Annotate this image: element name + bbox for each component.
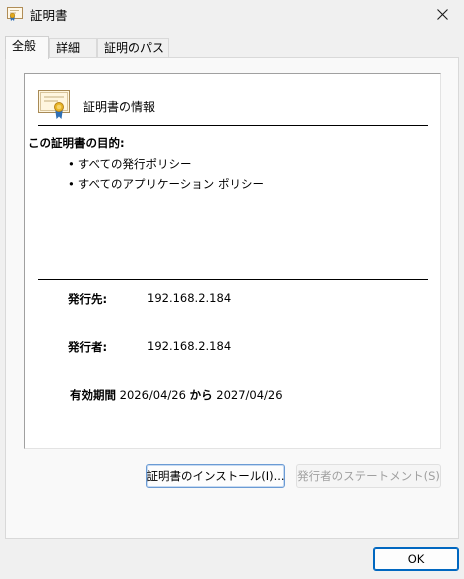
ok-button[interactable]: OK (373, 547, 459, 571)
list-item: すべての発行ポリシー (68, 157, 264, 177)
divider (38, 125, 428, 126)
title-bar: 証明書 (0, 0, 464, 28)
window-title: 証明書 (30, 8, 68, 23)
issued-by-value: 192.168.2.184 (147, 339, 232, 353)
info-title: 証明書の情報 (83, 100, 156, 114)
list-item: すべてのアプリケーション ポリシー (68, 177, 264, 197)
issued-by-label: 発行者: (68, 340, 108, 354)
purpose-list: すべての発行ポリシー すべてのアプリケーション ポリシー (68, 157, 264, 197)
tab-certification-path[interactable]: 証明のパス (97, 38, 169, 58)
certificate-info-box: 証明書の情報 この証明書の目的: すべての発行ポリシー すべてのアプリケーション… (24, 73, 441, 449)
issued-to-label: 発行先: (68, 292, 108, 306)
valid-to: 2027/04/26 (216, 388, 283, 402)
valid-from: 2026/04/26 (119, 388, 186, 402)
issuer-statement-button[interactable]: 発行者のステートメント(S) (296, 464, 441, 488)
tab-details[interactable]: 詳細 (49, 38, 97, 58)
tab-general[interactable]: 全般 (5, 36, 49, 59)
close-icon (436, 8, 448, 20)
validity-line: 有効期間 2026/04/26 から 2027/04/26 (70, 387, 283, 403)
validity-label: 有効期間 (70, 388, 116, 402)
certificate-icon (7, 7, 23, 21)
close-button[interactable] (420, 0, 464, 28)
issued-to-value: 192.168.2.184 (147, 291, 232, 305)
certificate-icon (38, 90, 70, 119)
install-certificate-button[interactable]: 証明書のインストール(I)... (146, 464, 285, 488)
purpose-heading: この証明書の目的: (28, 136, 125, 150)
divider (38, 279, 428, 280)
validity-connector: から (189, 388, 213, 402)
tab-panel-general: 証明書の情報 この証明書の目的: すべての発行ポリシー すべてのアプリケーション… (5, 57, 459, 539)
